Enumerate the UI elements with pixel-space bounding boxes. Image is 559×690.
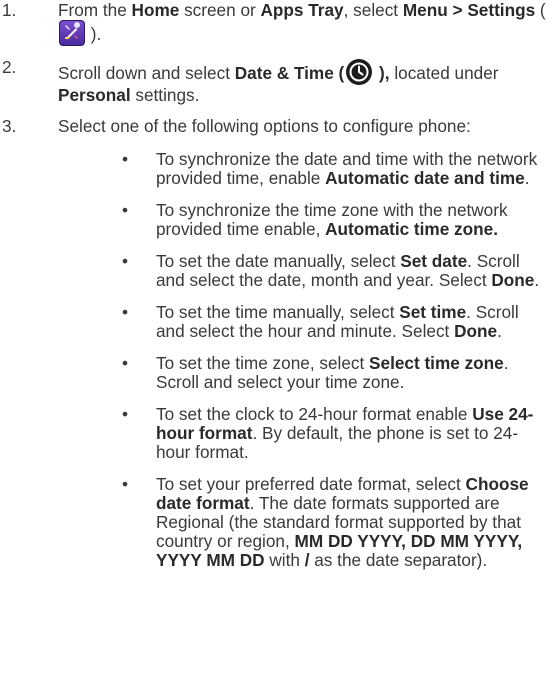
settings-icon xyxy=(59,20,85,46)
bullet-glyph: • xyxy=(122,251,129,271)
bullet-glyph: • xyxy=(122,302,129,322)
bullet-glyph: • xyxy=(122,200,129,220)
bullet-glyph: • xyxy=(122,149,129,169)
list-item: • To set the date manually, select Set d… xyxy=(122,251,540,290)
step-number: 3. xyxy=(2,116,17,136)
bullet-glyph: • xyxy=(122,404,129,424)
list-item: • To set the time manually, select Set t… xyxy=(122,302,519,341)
instruction-document: 1. From the Home screen or Apps Tray, se… xyxy=(0,0,559,583)
step-number: 2. xyxy=(2,57,17,77)
list-item: • To synchronize the date and time with … xyxy=(122,149,538,188)
step-text: From the Home screen or Apps Tray, selec… xyxy=(58,0,546,46)
step-text: Scroll down and select Date & Time ( ), … xyxy=(58,59,499,105)
step-3: 3. Select one of the following options t… xyxy=(0,117,559,570)
list-item: • To set the time zone, select Select ti… xyxy=(122,353,509,392)
options-list: • To synchronize the date and time with … xyxy=(58,150,553,570)
clock-icon xyxy=(346,59,373,85)
step-text: Select one of the following options to c… xyxy=(58,116,471,136)
list-item: • To synchronize the time zone with the … xyxy=(122,200,508,239)
list-item: • To set your preferred date format, sel… xyxy=(122,474,529,570)
step-2: 2. Scroll down and select Date & Time ( … xyxy=(0,58,559,105)
bullet-glyph: • xyxy=(122,353,129,373)
list-item: • To set the clock to 24-hour format ena… xyxy=(122,404,534,462)
bullet-glyph: • xyxy=(122,474,129,494)
step-1: 1. From the Home screen or Apps Tray, se… xyxy=(0,1,559,46)
step-number: 1. xyxy=(2,0,17,20)
